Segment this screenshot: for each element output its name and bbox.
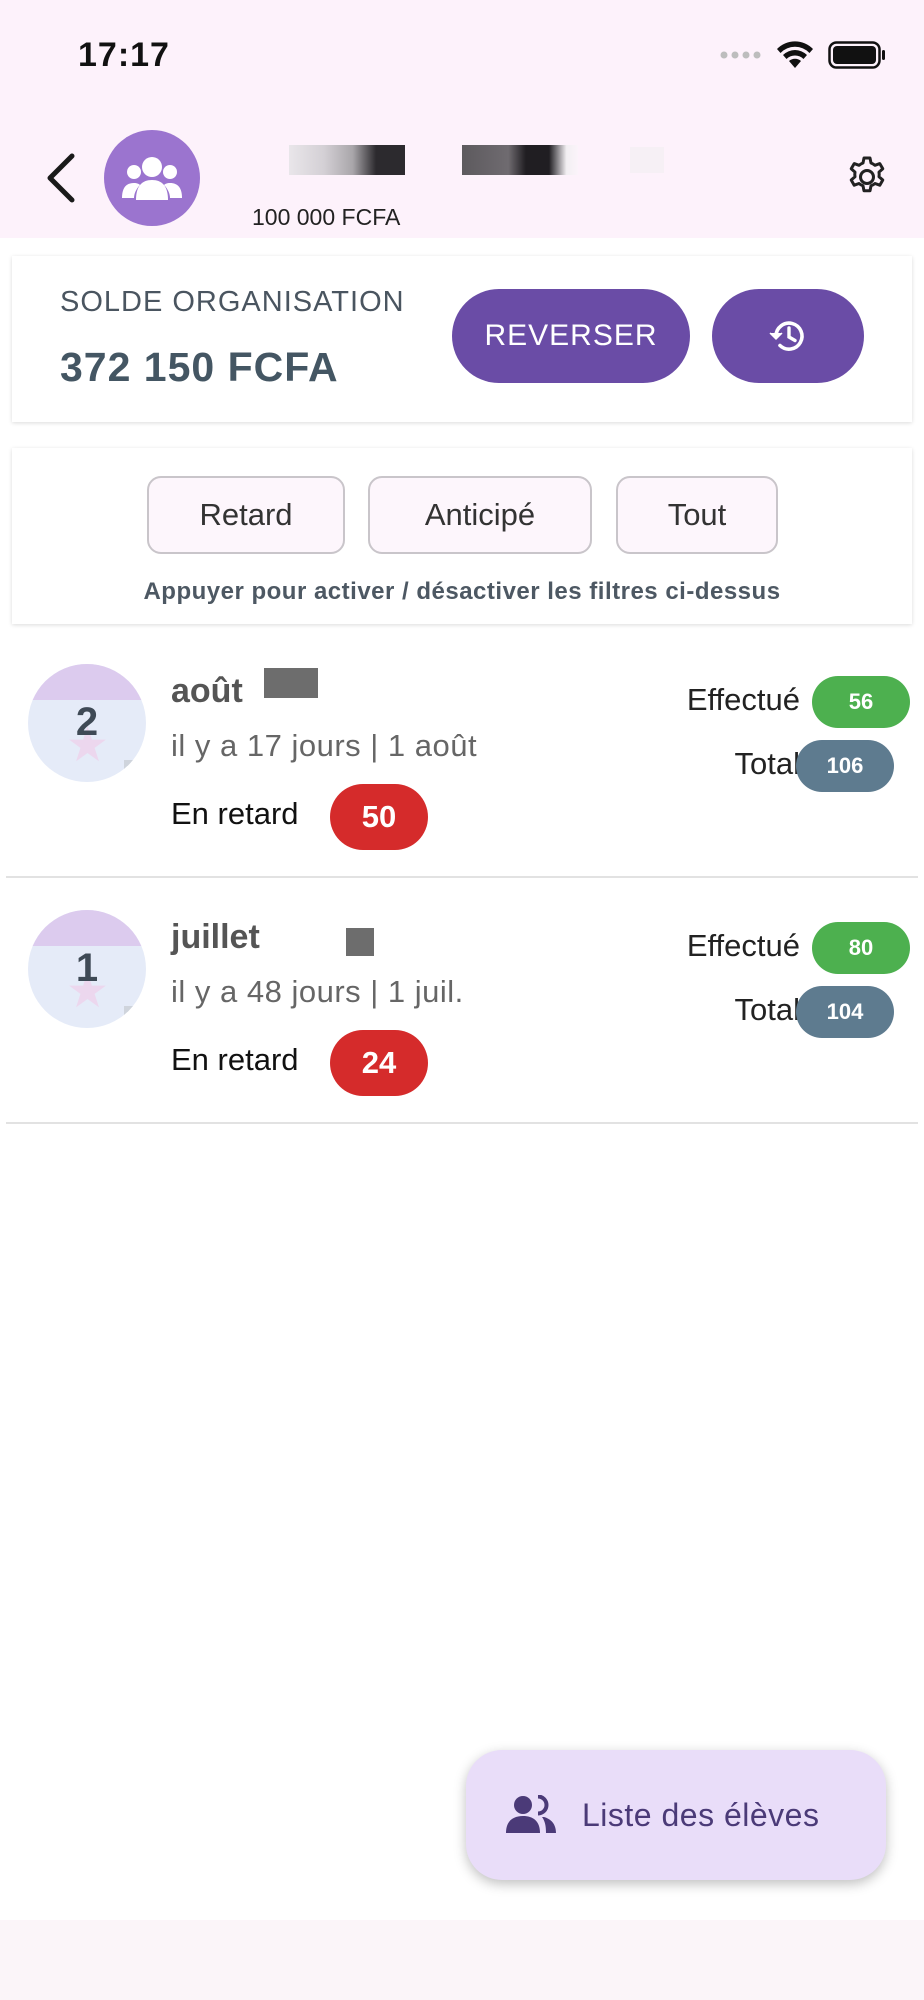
late-label: En retard	[171, 1042, 299, 1077]
filter-chip-tout[interactable]: Tout	[616, 476, 778, 554]
wifi-icon	[777, 41, 813, 68]
title-redacted-part-2	[462, 145, 578, 175]
filter-card: Retard Anticipé Tout Appuyer pour active…	[12, 448, 912, 624]
month-list-item[interactable]: ★ 2 août il y a 17 jours | 1 août En ret…	[6, 636, 918, 878]
month-date: il y a 17 jours | 1 août	[171, 728, 478, 763]
month-name: août	[171, 672, 243, 710]
status-time: 17:17	[78, 36, 170, 74]
history-button[interactable]	[712, 289, 864, 383]
reverse-button[interactable]: REVERSER	[452, 289, 690, 383]
student-list-button[interactable]: Liste des élèves	[466, 1750, 886, 1880]
month-name-redacted	[264, 668, 318, 698]
filter-chip-retard[interactable]: Retard	[147, 476, 345, 554]
total-label: Total	[734, 992, 800, 1027]
done-label: Effectué	[686, 928, 800, 963]
late-label: En retard	[171, 796, 299, 831]
group-icon	[122, 157, 182, 200]
balance-label: SOLDE ORGANISATION	[60, 286, 405, 318]
title-redacted-part-1	[289, 145, 405, 175]
total-count-badge: 106	[796, 740, 894, 792]
people-icon	[506, 1795, 556, 1833]
battery-icon	[828, 41, 885, 69]
bottom-safe-area	[0, 1920, 924, 2000]
late-count-badge: 50	[330, 784, 428, 850]
settings-gear-icon[interactable]	[844, 154, 890, 200]
month-list-item[interactable]: ★ 1 juillet il y a 48 jours | 1 juil. En…	[6, 882, 918, 1124]
balance-value: 372 150 FCFA	[60, 344, 339, 390]
done-count-badge: 56	[812, 676, 910, 728]
total-count-badge: 104	[796, 986, 894, 1038]
month-number: 2	[75, 700, 99, 744]
group-avatar[interactable]	[104, 130, 200, 226]
month-name-redacted	[346, 928, 374, 956]
signal-icon	[720, 51, 761, 59]
month-name: juillet	[171, 918, 260, 956]
month-number-badge: ★ 2	[28, 664, 146, 782]
header-subtitle-amount: 100 000 FCFA	[252, 204, 401, 230]
month-date: il y a 48 jours | 1 juil.	[171, 974, 464, 1009]
month-number: 1	[75, 946, 99, 990]
title-redacted-part-3	[630, 147, 664, 173]
filter-hint: Appuyer pour activer / désactiver les fi…	[143, 578, 781, 605]
filter-chip-anticipe[interactable]: Anticipé	[368, 476, 592, 554]
history-icon	[769, 321, 804, 351]
student-list-label: Liste des élèves	[582, 1796, 820, 1833]
done-label: Effectué	[686, 682, 800, 717]
status-icons	[720, 40, 886, 70]
late-count-badge: 24	[330, 1030, 428, 1096]
done-count-badge: 80	[812, 922, 910, 974]
back-arrow-icon[interactable]	[40, 150, 84, 206]
total-label: Total	[734, 746, 800, 781]
balance-card: SOLDE ORGANISATION 372 150 FCFA REVERSER	[12, 256, 912, 422]
month-number-badge: ★ 1	[28, 910, 146, 1028]
